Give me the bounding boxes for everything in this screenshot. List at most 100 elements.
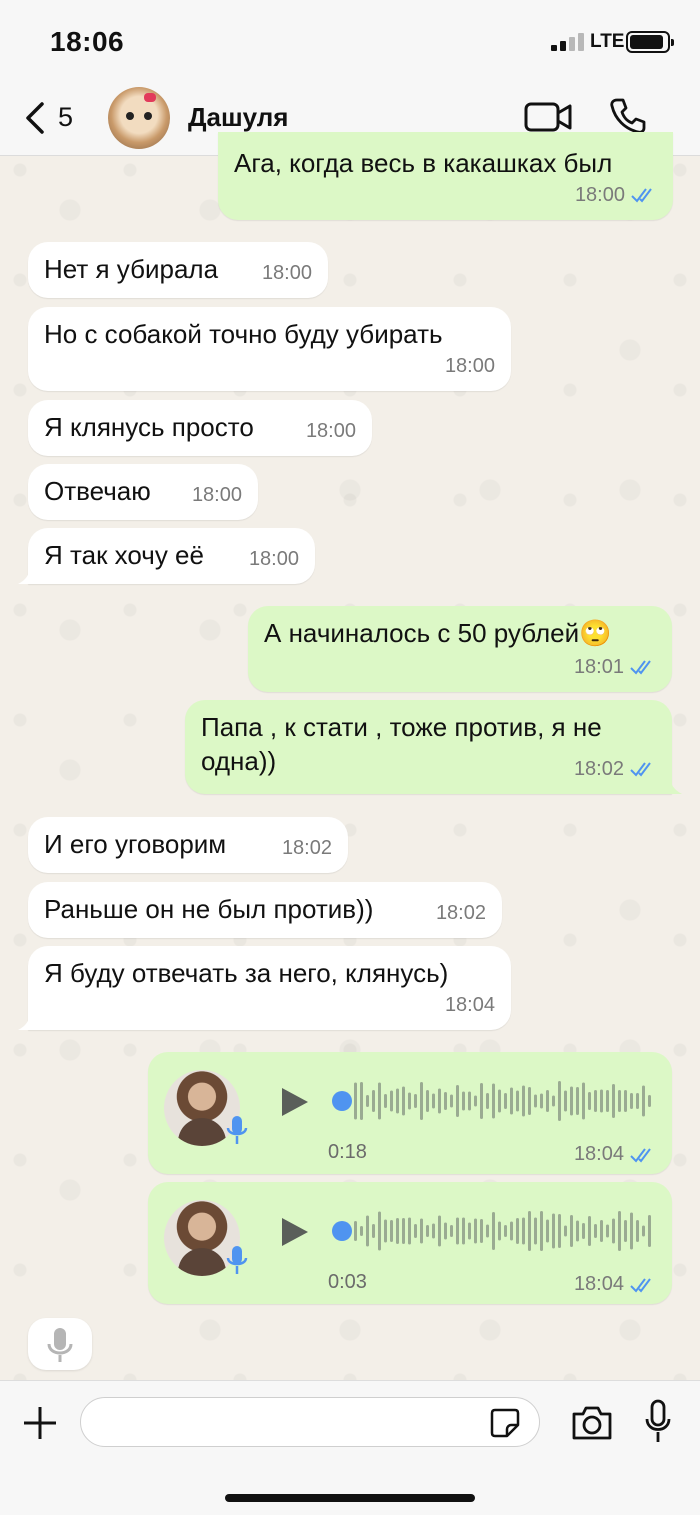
message-time: 18:00 [574, 184, 625, 206]
waveform-bar [492, 1212, 495, 1250]
voice-duration: 0:03 [328, 1271, 367, 1293]
waveform-bar [480, 1219, 483, 1243]
read-receipt-icon [630, 1147, 651, 1163]
read-receipt-icon [630, 660, 651, 675]
waveform-bar [630, 1212, 633, 1250]
waveform-bar [366, 1215, 369, 1247]
waveform-bar [486, 1224, 489, 1238]
waveform-bar [648, 1095, 651, 1107]
message-bubble-outgoing[interactable]: А начиналось с 50 рублей🙄 18:01 [248, 606, 672, 692]
waveform-bar [552, 1213, 555, 1249]
waveform-bar [606, 1090, 609, 1112]
waveform-bar [516, 1090, 519, 1112]
message-time: 18:00 [191, 484, 242, 506]
plus-icon[interactable] [20, 1403, 60, 1443]
record-voice-button[interactable] [28, 1318, 92, 1370]
waveform-bar [390, 1090, 393, 1112]
waveform-bar [414, 1224, 417, 1238]
waveform-bar [414, 1094, 417, 1108]
waveform-bar [618, 1090, 621, 1112]
message-time: 18:02 [573, 758, 624, 780]
waveform-bar [546, 1090, 549, 1112]
waveform-bar [522, 1085, 525, 1117]
play-icon[interactable] [280, 1216, 310, 1248]
waveform-bar [498, 1089, 501, 1113]
read-receipt-icon [630, 762, 651, 777]
playback-handle[interactable] [332, 1091, 352, 1111]
waveform-bar [636, 1220, 639, 1242]
waveform-bar [576, 1087, 579, 1115]
voice-waveform[interactable] [354, 1210, 654, 1252]
waveform-bar [498, 1221, 501, 1241]
waveform-bar [546, 1219, 549, 1243]
message-bubble-incoming[interactable]: Нет я убирала 18:00 [28, 242, 328, 298]
message-bubble-incoming[interactable]: Отвечаю 18:00 [28, 464, 258, 520]
voice-message[interactable]: 0:03 18:04 [148, 1182, 672, 1304]
waveform-bar [450, 1094, 453, 1108]
message-bubble-incoming[interactable]: И его уговорим 18:02 [28, 817, 348, 873]
contact-avatar[interactable] [108, 87, 170, 149]
message-text: И его уговорим [44, 829, 227, 859]
message-bubble-incoming[interactable]: Я так хочу её 18:00 [18, 528, 315, 584]
message-bubble-outgoing[interactable]: Ага, когда весь в какашках был 18:00 [218, 132, 673, 220]
camera-icon[interactable] [570, 1403, 614, 1443]
waveform-bar [486, 1093, 489, 1109]
waveform-bar [510, 1087, 513, 1115]
waveform-bar [378, 1211, 381, 1251]
message-text: А начиналось с 50 рублей🙄 [264, 618, 612, 648]
phone-call-icon[interactable] [608, 96, 648, 136]
waveform-bar [588, 1216, 591, 1246]
waveform-bar [408, 1092, 411, 1110]
waveform-bar [474, 1095, 477, 1107]
contact-name[interactable]: Дашуля [188, 102, 288, 133]
voice-duration: 0:18 [328, 1141, 367, 1163]
waveform-bar [396, 1218, 399, 1244]
waveform-bar [450, 1225, 453, 1237]
message-input-bar [0, 1380, 700, 1515]
message-field[interactable] [80, 1397, 540, 1447]
waveform-bar [420, 1082, 423, 1120]
waveform-bar [462, 1091, 465, 1111]
voice-waveform[interactable] [354, 1080, 654, 1122]
waveform-bar [372, 1224, 375, 1238]
sticker-icon[interactable] [489, 1407, 521, 1439]
waveform-bar [504, 1225, 507, 1237]
unread-count[interactable]: 5 [58, 102, 73, 133]
waveform-bar [600, 1089, 603, 1113]
message-time: 18:02 [435, 902, 486, 924]
waveform-bar [534, 1217, 537, 1245]
message-time: 18:04 [573, 1273, 624, 1295]
message-bubble-incoming[interactable]: Но с собакой точно буду убирать 18:00 [28, 307, 511, 391]
waveform-bar [426, 1090, 429, 1112]
message-time: 18:00 [261, 262, 312, 284]
message-bubble-incoming[interactable]: Раньше он не был против)) 18:02 [28, 882, 502, 938]
playback-handle[interactable] [332, 1221, 352, 1241]
waveform-bar [462, 1217, 465, 1245]
voice-message[interactable]: 0:18 18:04 [148, 1052, 672, 1174]
home-indicator[interactable] [225, 1494, 475, 1502]
waveform-bar [528, 1211, 531, 1251]
waveform-bar [444, 1092, 447, 1110]
video-call-icon[interactable] [524, 100, 572, 134]
waveform-bar [456, 1217, 459, 1245]
microphone-icon [226, 1116, 248, 1144]
message-time: 18:04 [444, 994, 495, 1016]
message-text: Я так хочу её [44, 540, 204, 570]
waveform-bar [612, 1218, 615, 1244]
waveform-bar [582, 1082, 585, 1120]
status-bar: 18:06 LTE [0, 0, 700, 80]
message-text: Отвечаю [44, 476, 151, 506]
microphone-icon[interactable] [644, 1399, 672, 1445]
back-chevron-icon[interactable] [18, 98, 58, 138]
message-bubble-outgoing[interactable]: Папа , к стати , тоже против, я не одна)… [185, 700, 682, 794]
battery-icon [626, 31, 674, 53]
microphone-icon [226, 1246, 248, 1274]
bubble-tail [18, 566, 40, 584]
play-icon[interactable] [280, 1086, 310, 1118]
message-bubble-incoming[interactable]: Я буду отвечать за него, клянусь) 18:04 [18, 946, 511, 1030]
message-bubble-incoming[interactable]: Я клянусь просто 18:00 [28, 400, 372, 456]
message-time: 18:00 [444, 355, 495, 377]
waveform-bar [438, 1088, 441, 1114]
waveform-bar [540, 1093, 543, 1109]
message-input[interactable] [99, 1406, 479, 1438]
